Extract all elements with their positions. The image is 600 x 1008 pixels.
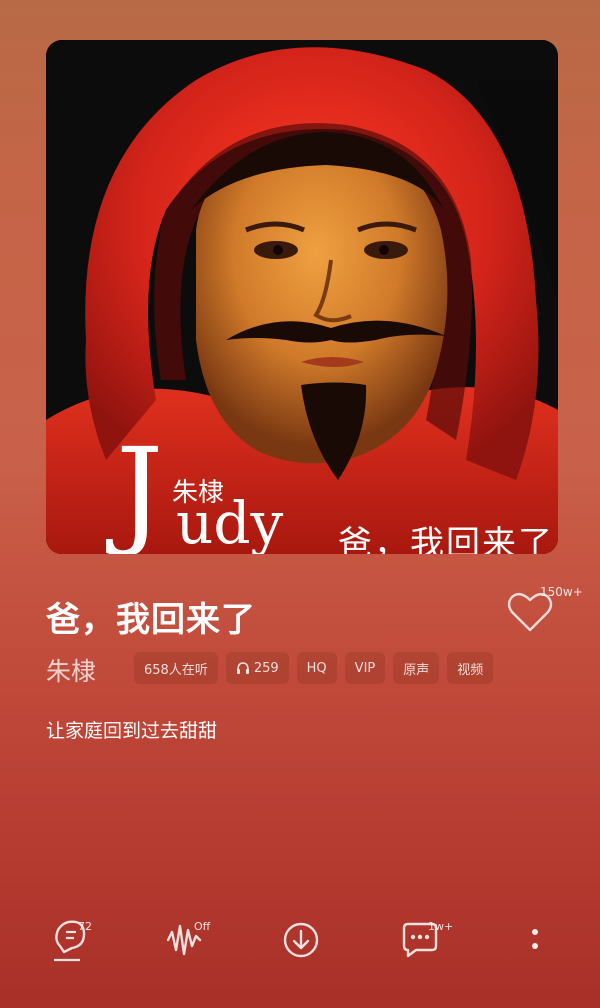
listeners-label: 658人在听: [144, 662, 208, 678]
song-title: 爸，我回来了: [46, 600, 256, 640]
lyric-line[interactable]: 让家庭回到过去甜甜: [46, 716, 217, 743]
bottom-toolbar: 72 Off 1w+: [0, 912, 600, 972]
download-icon[interactable]: [276, 912, 326, 966]
vip-label: VIP: [354, 660, 376, 676]
headphones-tag[interactable]: 259: [225, 652, 289, 684]
album-cover[interactable]: J 朱棣 udy 爸，我回来了: [46, 40, 558, 554]
effect-badge: Off: [194, 920, 211, 933]
hq-label: HQ: [306, 660, 327, 676]
song-tags: 658人在听 259 HQ VIP 原声 视频: [134, 652, 494, 684]
cover-brand-text: J 朱棣 udy: [116, 432, 316, 554]
like-count: 150w+: [540, 585, 583, 599]
original-tag[interactable]: 原声: [393, 652, 440, 684]
headphones-icon: [236, 662, 249, 674]
comment-mic-icon[interactable]: [50, 912, 100, 966]
hq-tag[interactable]: HQ: [296, 652, 337, 684]
comments-badge: 1w+: [428, 920, 454, 933]
cover-brand-j: J: [116, 422, 164, 554]
vip-tag[interactable]: VIP: [344, 652, 386, 684]
more-icon[interactable]: [510, 912, 560, 966]
listeners-tag[interactable]: 658人在听: [134, 652, 218, 684]
cover-subtitle: 爸，我回来了: [338, 524, 554, 554]
video-label: 视频: [457, 662, 484, 678]
artist-name[interactable]: 朱棣: [46, 652, 96, 688]
comment-badge: 72: [78, 920, 92, 933]
cover-brand-udy: udy: [176, 489, 284, 554]
video-tag[interactable]: 视频: [447, 652, 494, 684]
headphones-count: 259: [253, 660, 279, 676]
original-label: 原声: [403, 662, 430, 678]
